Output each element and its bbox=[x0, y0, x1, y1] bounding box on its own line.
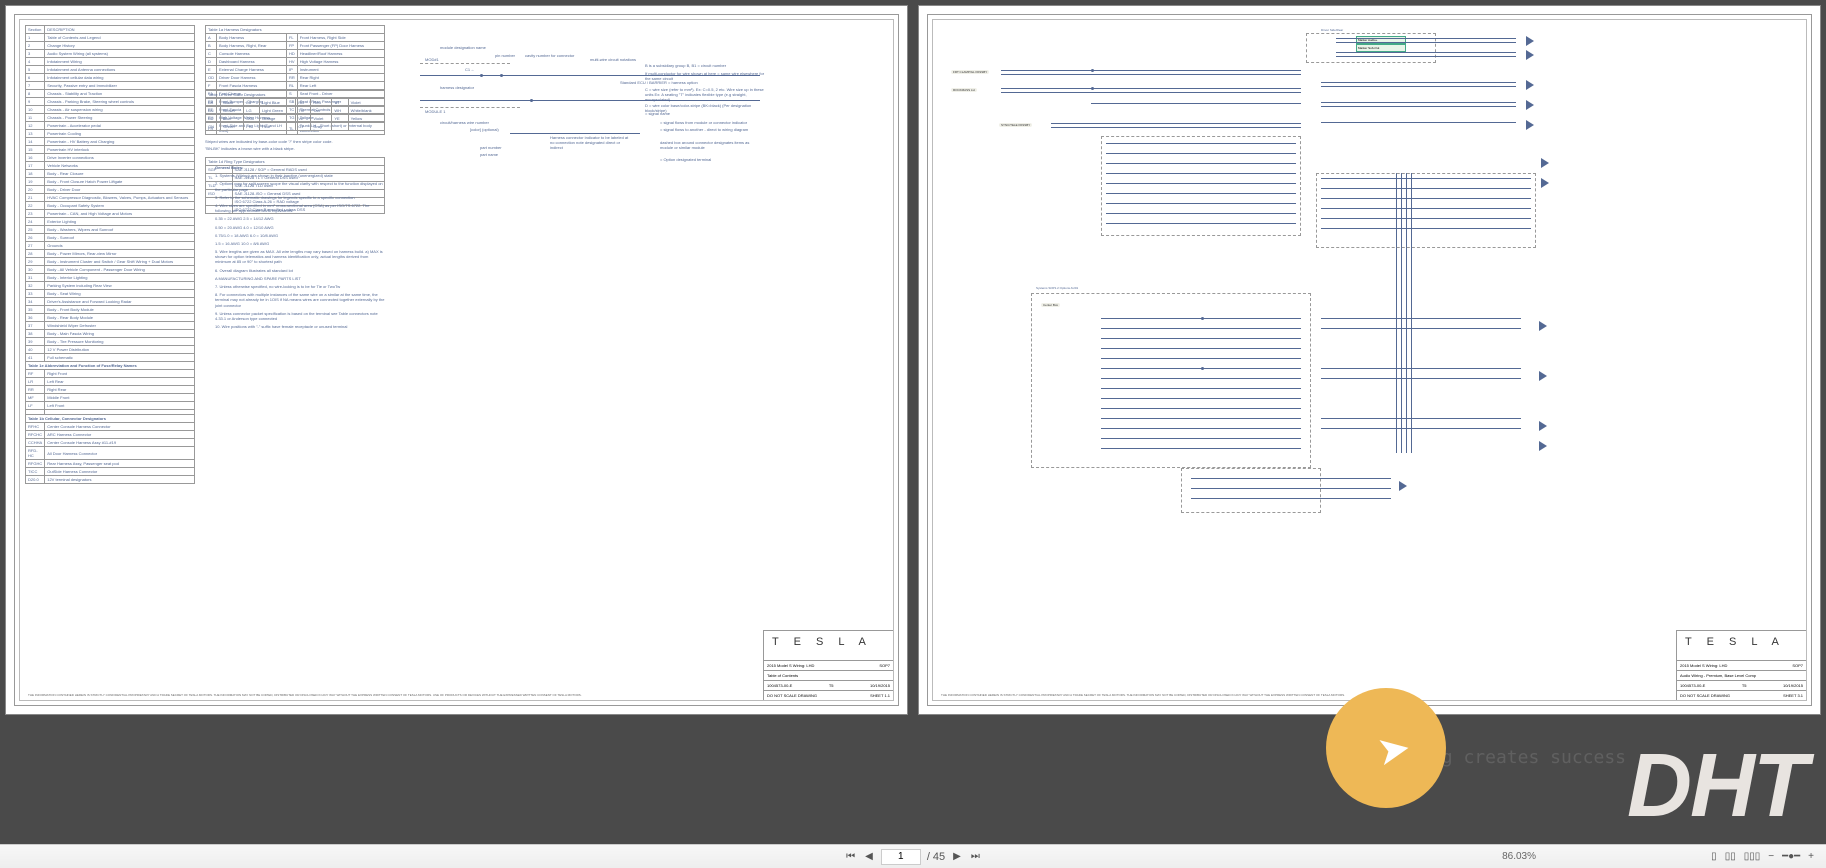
tesla-logo-2: T E S L A bbox=[1685, 636, 1785, 648]
legend-mod: MOD#1 bbox=[425, 57, 439, 62]
legal-text: THE INFORMATION CONTAINED HEREIN IS STRI… bbox=[28, 694, 761, 698]
legend-color: [color] (optional) bbox=[470, 127, 499, 132]
zoom-out-button[interactable]: − bbox=[1766, 849, 1776, 864]
top-comp: Driver Side/Rear bbox=[1321, 28, 1343, 32]
conn-3: SYNC/TELE PASSBY bbox=[999, 123, 1032, 127]
legend-circuit: C1→ bbox=[465, 67, 474, 72]
sys-label: Systems SOP1.2 Options AU01 bbox=[1036, 286, 1078, 290]
tb2-title: Audio Wiring - Premium, Base Level Comp bbox=[1680, 673, 1756, 678]
legend-arrowto: = signal flows to another - direct to wi… bbox=[660, 127, 765, 132]
tb2-sheet: SHEET 3.1 bbox=[1783, 693, 1803, 698]
legend-optbox: = Option designated terminal bbox=[660, 157, 760, 162]
tb-doc: 1004573-00-E bbox=[767, 683, 792, 688]
conn-2: ROCKMASS LH bbox=[951, 88, 977, 92]
conn-1: FRT CLAMP/GL PASSBY bbox=[951, 70, 989, 74]
legend-dash: dashed box around connector designates i… bbox=[660, 140, 760, 150]
pdf-page-2: FRT CLAMP/GL PASSBY ROCKMASS LH SYNC/TEL… bbox=[918, 5, 1821, 715]
tb-sheet: SHEET 1.1 bbox=[870, 693, 890, 698]
legend-module: MODULE 1 bbox=[425, 109, 445, 114]
tesla-logo: T E S L A bbox=[772, 636, 872, 648]
page-total: / 45 bbox=[927, 851, 945, 863]
tb2-doc: 1004573-00-E bbox=[1680, 683, 1705, 688]
page-input[interactable] bbox=[881, 849, 921, 865]
tb-rev: T5 bbox=[829, 683, 834, 688]
wiring-diagram: FRT CLAMP/GL PASSBY ROCKMASS LH SYNC/TEL… bbox=[941, 28, 1798, 692]
zoom-label: 86.03% bbox=[1502, 851, 1536, 862]
tb2-scale: DO NOT SCALE DRAWING bbox=[1680, 693, 1730, 698]
legend-pin: pin number bbox=[495, 53, 515, 58]
color-table: Table 1c Wire Color Designators BKBlackL… bbox=[205, 90, 385, 131]
legal-text-2: THE INFORMATION CONTAINED HEREIN IS STRI… bbox=[941, 694, 1674, 698]
notes-header: General Notes: bbox=[215, 165, 385, 170]
title-block-2: T E S L A 2015 Model S Wiring: LHD SOP7 A… bbox=[1676, 630, 1806, 700]
view-book-icon[interactable]: ▯▯▯ bbox=[1742, 849, 1763, 864]
zoom-slider[interactable]: ━●━ bbox=[1780, 849, 1802, 864]
pdf-page-1: SectionDESCRIPTION 1Table of Contents an… bbox=[5, 5, 908, 715]
last-page-button[interactable]: ⏭ bbox=[969, 849, 982, 864]
legend-harness: harness designator bbox=[440, 85, 474, 90]
tb2-rel: SOP7 bbox=[1792, 663, 1803, 668]
first-page-button[interactable]: ⏮ bbox=[844, 849, 857, 864]
prev-page-button[interactable]: ◀ bbox=[863, 849, 875, 864]
tb2-model: 2015 Model S Wiring: LHD bbox=[1680, 663, 1727, 668]
tb-date: 10/19/2015 bbox=[870, 683, 890, 688]
pdf-toolbar: ⏮ ◀ / 45 ▶ ⏭ ▯ ▯▯ ▯▯▯ 86.03% − ━●━ + bbox=[0, 844, 1826, 868]
legend-notec: C = wire size (refer to mm²). Ex: C=0.5,… bbox=[645, 87, 765, 102]
legend-arrowfrom: = signal flows from module or connector … bbox=[660, 120, 765, 125]
view-single-icon[interactable]: ▯ bbox=[1709, 849, 1719, 864]
strip-example: "BN-BK" indicates a brown wire with a bl… bbox=[205, 146, 385, 151]
harness-header: Table 1a Harness Designators bbox=[206, 26, 385, 34]
tb-title: Table of Contents bbox=[767, 673, 798, 678]
general-notes: General Notes: 1. Systems (Wiring) are s… bbox=[215, 165, 385, 332]
legend-diagram: module designation name MOD#1 C1→ pin nu… bbox=[410, 45, 770, 185]
toc-table: SectionDESCRIPTION 1Table of Contents an… bbox=[25, 25, 195, 484]
legend-notea: B is a subsidiary group B, B1 = circuit … bbox=[645, 63, 765, 68]
legend-module-name: module designation name bbox=[440, 45, 486, 50]
strip-note: Striped wires are indicated by base-colo… bbox=[205, 139, 385, 144]
legend-pname: part name bbox=[480, 152, 498, 157]
legend-part: part number bbox=[480, 145, 502, 150]
legend-notee: = signal name bbox=[645, 111, 765, 116]
next-page-button[interactable]: ▶ bbox=[951, 849, 963, 864]
title-block-1: T E S L A 2015 Model S Wiring: LHD SOP7 T… bbox=[763, 630, 893, 700]
legend-wirenum: circuit/harness wire number bbox=[440, 120, 489, 125]
tb-model: 2015 Model S Wiring: LHD bbox=[767, 663, 814, 668]
tb-scale: DO NOT SCALE DRAWING bbox=[767, 693, 817, 698]
legend-cavity: cavity number for connector bbox=[525, 53, 574, 58]
tb-release: SOP7 bbox=[879, 663, 890, 668]
legend-opt: Standard ECU / BARRIER = harness option bbox=[620, 80, 698, 85]
tb2-rev: T5 bbox=[1742, 683, 1747, 688]
legend-inline: Harness connector indicator to be labele… bbox=[550, 135, 630, 150]
toc-header-desc: DESCRIPTION bbox=[45, 26, 195, 34]
zoom-in-button[interactable]: + bbox=[1806, 849, 1816, 864]
view-facing-icon[interactable]: ▯▯ bbox=[1723, 849, 1738, 864]
tb2-date: 10/19/2015 bbox=[1783, 683, 1803, 688]
color-header: Table 1c Wire Color Designators bbox=[206, 91, 385, 99]
center-spk: Center Box bbox=[1041, 303, 1060, 307]
toc-header-section: Section bbox=[26, 26, 45, 34]
legend-multi: multi-wire circuit notations bbox=[590, 57, 636, 62]
watermark-text: DHT bbox=[1627, 735, 1806, 838]
